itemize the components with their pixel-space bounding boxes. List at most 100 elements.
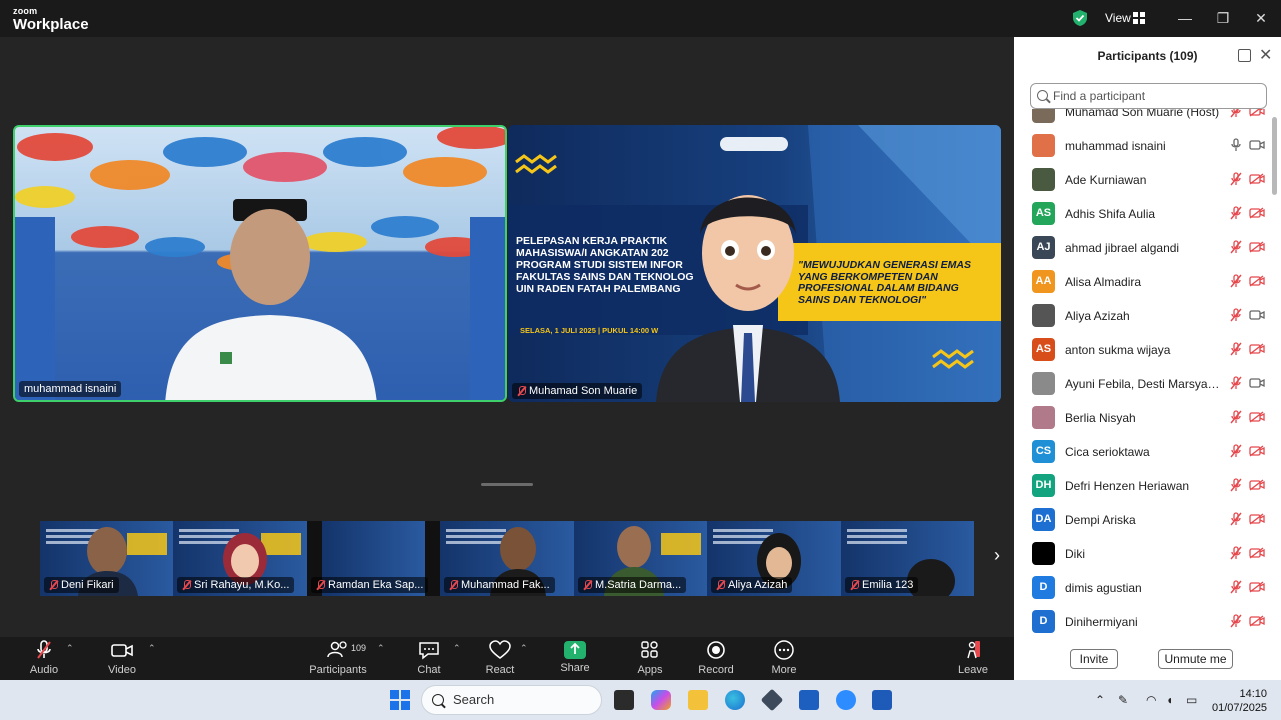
- security-shield-icon[interactable]: [1072, 9, 1088, 27]
- participant-row[interactable]: Berlia Nisyah: [1032, 401, 1268, 435]
- camera-icon[interactable]: [1249, 309, 1265, 321]
- file-explorer-icon[interactable]: [688, 690, 708, 710]
- share-button[interactable]: Share: [543, 637, 607, 680]
- camera-icon[interactable]: [1249, 377, 1265, 389]
- mic-muted-icon[interactable]: [1229, 376, 1243, 390]
- mic-muted-icon[interactable]: [1229, 478, 1243, 492]
- taskbar-search-box[interactable]: Search: [421, 685, 602, 715]
- participant-row[interactable]: Ddimis agustian: [1032, 571, 1268, 605]
- mic-icon[interactable]: [1229, 138, 1243, 152]
- close-panel-icon[interactable]: ✕: [1259, 45, 1272, 65]
- presenter-video-tile[interactable]: PELEPASAN KERJA PRAKTIK MAHASISWA/I ANGK…: [508, 125, 1001, 402]
- mic-muted-icon[interactable]: [1229, 206, 1243, 220]
- mic-muted-icon[interactable]: [1229, 240, 1243, 254]
- participant-list-scrollbar[interactable]: [1272, 117, 1277, 195]
- mic-muted-icon[interactable]: [1229, 444, 1243, 458]
- audio-options-chevron-icon[interactable]: ⌃: [66, 643, 74, 654]
- participant-row[interactable]: AS anton sukma wijaya: [1032, 333, 1268, 367]
- mic-muted-icon[interactable]: [1229, 109, 1243, 118]
- camera-off-icon[interactable]: [1249, 109, 1265, 117]
- thumbnail-tile[interactable]: Muhammad Fak...: [440, 521, 574, 596]
- tray-app-icon[interactable]: ✎: [1118, 693, 1128, 707]
- edge-browser-icon[interactable]: [725, 690, 745, 710]
- video-button[interactable]: Video: [90, 637, 154, 680]
- participant-row[interactable]: Muhamad Son Muarie (Host): [1032, 109, 1268, 129]
- tray-chevron-icon[interactable]: ⌃: [1095, 693, 1105, 707]
- mic-muted-icon[interactable]: [1229, 342, 1243, 356]
- maximize-button[interactable]: ❐: [1213, 8, 1233, 28]
- participants-options-chevron-icon[interactable]: ⌃: [377, 643, 385, 654]
- view-button[interactable]: View: [1105, 11, 1131, 25]
- participant-row[interactable]: AJ ahmad jibrael algandi: [1032, 231, 1268, 265]
- apps-button[interactable]: Apps: [618, 637, 682, 680]
- participant-row[interactable]: Ade Kurniawan: [1032, 163, 1268, 197]
- thumbnail-tile[interactable]: Ramdan Eka Sap...: [307, 521, 440, 596]
- volume-icon[interactable]: ◖: [1166, 693, 1173, 707]
- more-button[interactable]: More: [752, 637, 816, 680]
- chat-options-chevron-icon[interactable]: ⌃: [453, 643, 461, 654]
- thumbnail-tile[interactable]: Deni Fikari: [40, 521, 173, 596]
- wifi-icon[interactable]: ◠: [1146, 693, 1156, 707]
- camera-off-icon[interactable]: [1249, 547, 1265, 559]
- chat-button[interactable]: Chat: [397, 637, 461, 680]
- camera-off-icon[interactable]: [1249, 275, 1265, 287]
- task-view-icon[interactable]: [614, 690, 634, 710]
- copilot-icon[interactable]: [651, 690, 671, 710]
- thumbnail-tile[interactable]: Aliya Azizah: [707, 521, 841, 596]
- participant-row[interactable]: CS Cica serioktawa: [1032, 435, 1268, 469]
- camera-off-icon[interactable]: [1249, 411, 1265, 423]
- grid-icon[interactable]: [1133, 12, 1145, 24]
- mic-muted-icon[interactable]: [1229, 512, 1243, 526]
- windows-start-icon[interactable]: [390, 690, 410, 710]
- mic-muted-icon[interactable]: [1229, 308, 1243, 322]
- system-clock[interactable]: 14:10 01/07/2025: [1212, 687, 1267, 715]
- word-icon[interactable]: [872, 690, 892, 710]
- mic-muted-icon[interactable]: [1229, 546, 1243, 560]
- thumbnail-tile[interactable]: Emilia 123: [841, 521, 974, 596]
- minimize-button[interactable]: —: [1175, 8, 1195, 28]
- speaker-video-tile[interactable]: muhammad isnaini: [13, 125, 507, 402]
- participant-row[interactable]: Ayuni Febila, Desti Marsyanda , ...: [1032, 367, 1268, 401]
- participant-row[interactable]: AS Adhis Shifa Aulia: [1032, 197, 1268, 231]
- camera-icon[interactable]: [1249, 139, 1265, 151]
- mic-muted-icon[interactable]: [1229, 410, 1243, 424]
- pop-out-icon[interactable]: [1238, 49, 1251, 62]
- camera-off-icon[interactable]: [1249, 241, 1265, 253]
- participant-list[interactable]: Muhamad Son Muarie (Host) muhammad isnain…: [1014, 109, 1272, 635]
- unmute-me-button[interactable]: Unmute me: [1158, 649, 1233, 669]
- microsoft-store-icon[interactable]: [799, 690, 819, 710]
- thumbnail-tile[interactable]: Sri Rahayu, M.Ko...: [173, 521, 307, 596]
- participant-search-input[interactable]: Find a participant: [1030, 83, 1267, 109]
- camera-off-icon[interactable]: [1249, 343, 1265, 355]
- record-button[interactable]: Record: [684, 637, 748, 680]
- participant-row[interactable]: DA Dempi Ariska: [1032, 503, 1268, 537]
- mic-muted-icon[interactable]: [1229, 274, 1243, 288]
- participant-row[interactable]: Aliya Azizah: [1032, 299, 1268, 333]
- next-page-chevron-icon[interactable]: ›: [987, 545, 1007, 571]
- camera-off-icon[interactable]: [1249, 615, 1265, 627]
- mic-muted-icon[interactable]: [1229, 580, 1243, 594]
- react-options-chevron-icon[interactable]: ⌃: [520, 643, 528, 654]
- resize-handle[interactable]: [481, 483, 533, 486]
- zoom-taskbar-icon[interactable]: [836, 690, 856, 710]
- participant-row[interactable]: muhammad isnaini: [1032, 129, 1268, 163]
- invite-button[interactable]: Invite: [1070, 649, 1118, 669]
- camera-off-icon[interactable]: [1249, 479, 1265, 491]
- video-options-chevron-icon[interactable]: ⌃: [148, 643, 156, 654]
- participant-row[interactable]: AA Alisa Almadira: [1032, 265, 1268, 299]
- battery-icon[interactable]: ▭: [1186, 693, 1197, 707]
- camera-off-icon[interactable]: [1249, 581, 1265, 593]
- participant-row[interactable]: D Dinihermiyani: [1032, 605, 1268, 635]
- camera-off-icon[interactable]: [1249, 513, 1265, 525]
- participant-row[interactable]: Diki: [1032, 537, 1268, 571]
- app-icon[interactable]: [760, 688, 784, 712]
- mic-muted-icon[interactable]: [1229, 172, 1243, 186]
- thumbnail-tile[interactable]: M.Satria Darma...: [574, 521, 707, 596]
- close-window-button[interactable]: ✕: [1251, 8, 1271, 28]
- camera-off-icon[interactable]: [1249, 173, 1265, 185]
- participant-row[interactable]: DH Defri Henzen Heriawan: [1032, 469, 1268, 503]
- leave-button[interactable]: Leave: [941, 637, 1005, 680]
- mic-muted-icon[interactable]: [1229, 614, 1243, 628]
- camera-off-icon[interactable]: [1249, 207, 1265, 219]
- camera-off-icon[interactable]: [1249, 445, 1265, 457]
